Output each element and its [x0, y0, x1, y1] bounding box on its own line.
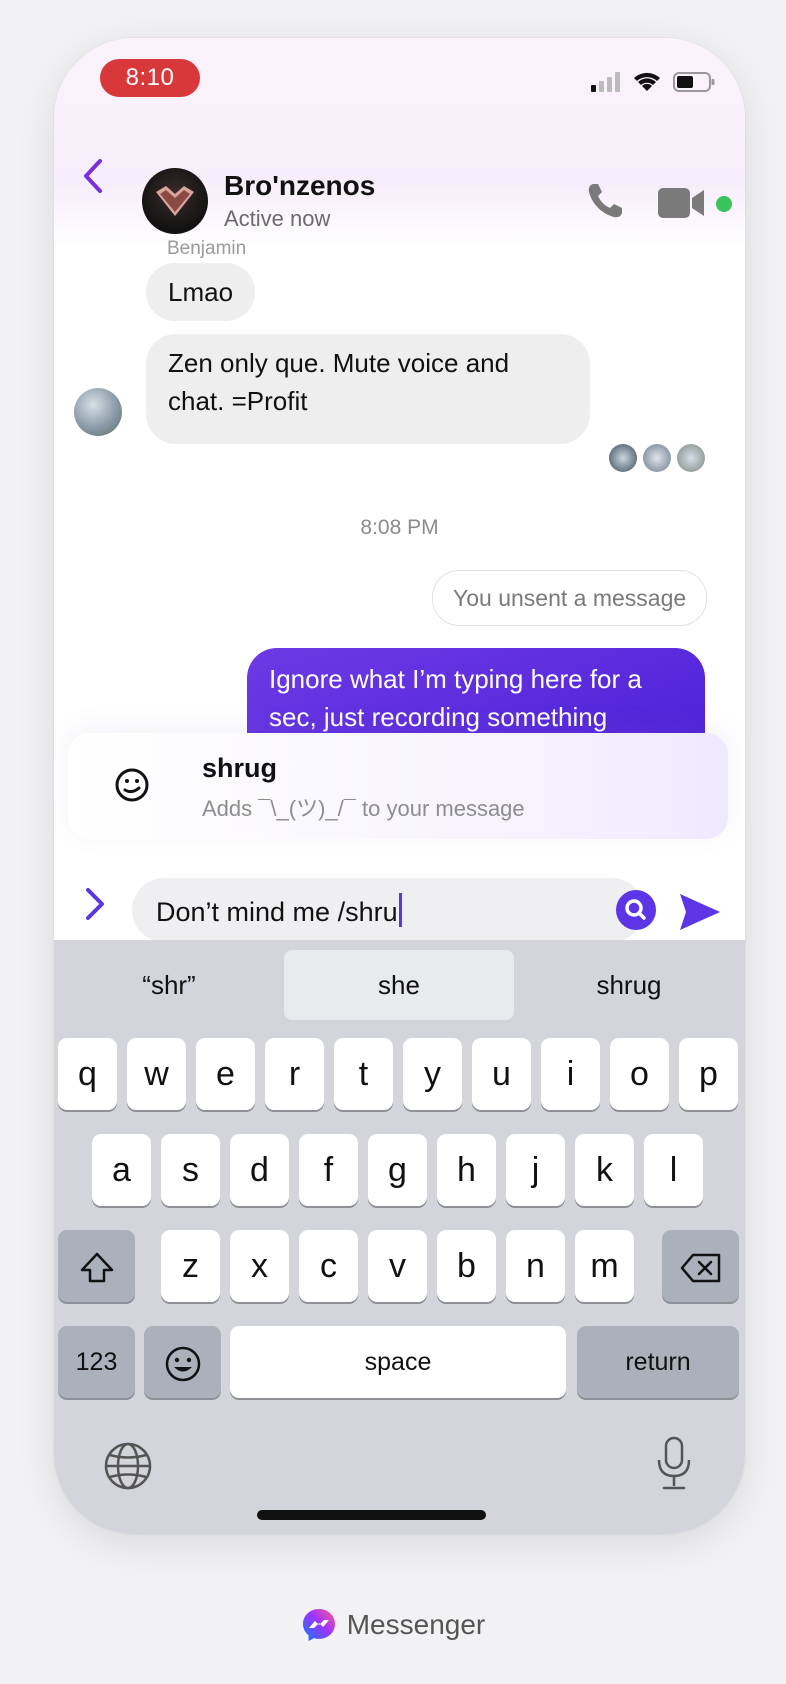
message-input[interactable]: Don’t mind me /shru	[132, 878, 656, 942]
prediction-literal[interactable]: “shr”	[54, 950, 284, 1020]
keyboard: “shr” she shrug q w e r t y u i o p a s …	[54, 940, 745, 1534]
key-y[interactable]: y	[403, 1038, 462, 1110]
back-button[interactable]	[78, 156, 108, 196]
message-bubble[interactable]: Lmao	[146, 263, 256, 321]
command-name: shrug	[202, 753, 278, 783]
key-k[interactable]: k	[575, 1134, 634, 1206]
key-j[interactable]: j	[506, 1134, 565, 1206]
search-icon	[625, 899, 646, 920]
status-icons	[591, 70, 715, 94]
globe-icon[interactable]	[102, 1440, 154, 1492]
key-o[interactable]: o	[610, 1038, 669, 1110]
numbers-key[interactable]: 123	[58, 1326, 135, 1398]
command-suggestion[interactable]: shrug Adds ¯\_(ツ)_/¯ to your message	[68, 733, 728, 839]
predictive-bar: “shr” she shrug	[54, 940, 745, 1030]
avatar[interactable]	[74, 388, 122, 436]
key-w[interactable]: w	[127, 1038, 186, 1110]
microphone-icon[interactable]	[654, 1436, 694, 1492]
signal-icon	[591, 72, 620, 92]
command-description: Adds ¯\_(ツ)_/¯ to your message	[202, 796, 525, 821]
phone-frame: 8:10 Bro'nzenos Active now Benjamin Lmao…	[54, 38, 745, 1534]
heart-logo-icon	[156, 186, 194, 216]
key-l[interactable]: l	[644, 1134, 703, 1206]
conversation-header: Bro'nzenos Active now	[54, 126, 745, 234]
online-indicator	[716, 196, 732, 212]
shrug-emoji-icon	[115, 768, 149, 802]
key-m[interactable]: m	[575, 1230, 634, 1302]
message-input-value: Don’t mind me /shru	[156, 897, 398, 927]
send-icon[interactable]	[678, 890, 722, 934]
emoji-icon	[165, 1346, 200, 1382]
wifi-icon	[634, 72, 660, 91]
space-key[interactable]: space	[230, 1326, 566, 1398]
key-h[interactable]: h	[437, 1134, 496, 1206]
brand-name: Messenger	[346, 1609, 486, 1640]
key-a[interactable]: a	[92, 1134, 151, 1206]
text-cursor	[398, 893, 402, 927]
key-d[interactable]: d	[230, 1134, 289, 1206]
key-x[interactable]: x	[230, 1230, 289, 1302]
key-g[interactable]: g	[368, 1134, 427, 1206]
message-composer: Don’t mind me /shru	[54, 858, 745, 948]
prediction-shrug[interactable]: shrug	[514, 950, 744, 1020]
status-time: 8:10	[100, 59, 200, 97]
key-v[interactable]: v	[368, 1230, 427, 1302]
unsent-notice: You unsent a message	[432, 570, 708, 626]
battery-icon	[673, 72, 715, 92]
return-key[interactable]: return	[577, 1326, 739, 1398]
active-status: Active now	[224, 206, 331, 231]
conversation-title: Bro'nzenos	[224, 170, 376, 201]
key-r[interactable]: r	[265, 1038, 324, 1110]
delete-key[interactable]	[662, 1230, 739, 1302]
read-receipt-avatar	[609, 444, 637, 472]
key-i[interactable]: i	[541, 1038, 600, 1110]
shift-icon	[80, 1252, 113, 1283]
key-q[interactable]: q	[58, 1038, 117, 1110]
read-receipt-avatar	[677, 444, 705, 472]
phone-call-icon[interactable]	[584, 180, 626, 222]
home-indicator	[257, 1510, 486, 1520]
emoji-key[interactable]	[144, 1326, 221, 1398]
key-s[interactable]: s	[161, 1134, 220, 1206]
key-t[interactable]: t	[334, 1038, 393, 1110]
sender-name: Benjamin	[167, 238, 247, 259]
message-timestamp: 8:08 PM	[360, 516, 439, 539]
key-n[interactable]: n	[506, 1230, 565, 1302]
key-z[interactable]: z	[161, 1230, 220, 1302]
message-input-text[interactable]: Don’t mind me /shru	[156, 893, 402, 928]
key-b[interactable]: b	[437, 1230, 496, 1302]
key-c[interactable]: c	[299, 1230, 358, 1302]
delete-backspace-icon	[680, 1253, 720, 1283]
shift-key[interactable]	[58, 1230, 135, 1302]
prediction-she[interactable]: she	[284, 950, 514, 1020]
messenger-brand: Messenger	[0, 1600, 786, 1650]
read-receipt-avatar	[643, 444, 671, 472]
messenger-logo-icon	[302, 1609, 335, 1641]
message-bubble[interactable]: Zen only que. Mute voice and chat. =Prof…	[146, 334, 590, 444]
key-e[interactable]: e	[196, 1038, 255, 1110]
group-avatar[interactable]	[142, 168, 208, 234]
chevron-right-icon[interactable]	[80, 884, 110, 924]
search-button[interactable]	[616, 890, 656, 930]
read-receipts	[609, 444, 705, 472]
key-u[interactable]: u	[472, 1038, 531, 1110]
key-p[interactable]: p	[679, 1038, 738, 1110]
video-call-icon[interactable]	[658, 186, 708, 220]
key-f[interactable]: f	[299, 1134, 358, 1206]
